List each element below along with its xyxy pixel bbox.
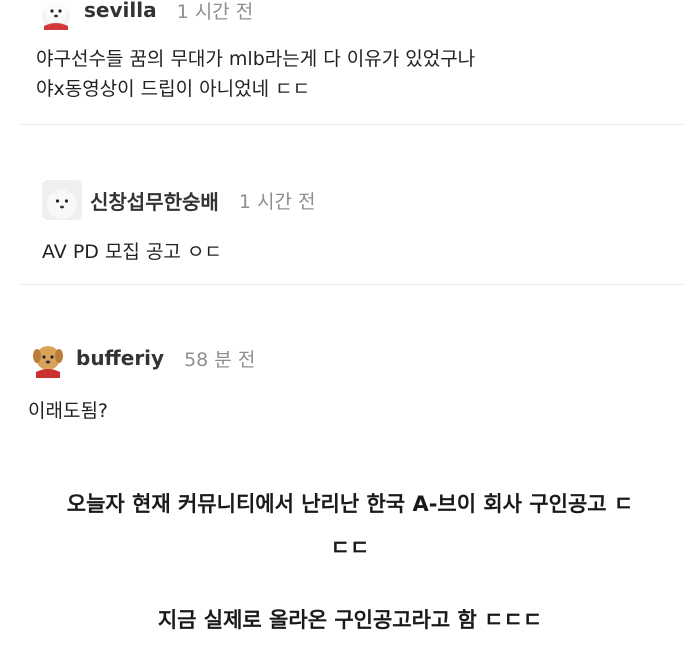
timestamp: 1 시간 전 — [176, 0, 254, 23]
username[interactable]: 신창섭무한숭배 — [90, 186, 219, 215]
comment-text: 이래도됨? — [28, 396, 108, 426]
caption-line: ㄷㄷ — [330, 536, 370, 560]
caption-line: 오늘자 현재 커뮤니티에서 난리난 한국 A-브이 회사 구인공고 ㄷ — [66, 492, 634, 516]
comment-header: 신창섭무한숭배 1 시간 전 — [42, 180, 315, 220]
samoyed-dog-icon[interactable] — [36, 0, 76, 30]
divider — [20, 284, 684, 285]
caption-line: 지금 실제로 올라온 구인공고라고 함 ㄷㄷㄷ — [157, 608, 543, 632]
golden-puppy-icon[interactable] — [28, 338, 68, 378]
samoyed-dog-icon[interactable] — [42, 180, 82, 220]
comment-line: 야구선수들 꿈의 무대가 mlb라는게 다 이유가 있었구나 — [36, 48, 476, 70]
timestamp: 1 시간 전 — [238, 190, 316, 213]
comment-text: AV PD 모집 공고 ㅇㄷ — [42, 237, 222, 267]
comment-header: sevilla 1 시간 전 — [36, 0, 253, 30]
username[interactable]: bufferiy — [76, 346, 164, 370]
comment-line: AV PD 모집 공고 ㅇㄷ — [42, 241, 222, 263]
comment-line: 야x동영상이 드립이 아니었네 ㄷㄷ — [36, 78, 311, 100]
timestamp: 58 분 전 — [184, 348, 256, 371]
divider — [20, 124, 684, 125]
comment-line: 이래도됨? — [28, 400, 109, 422]
comment-text: 야구선수들 꿈의 무대가 mlb라는게 다 이유가 있었구나 야x동영상이 드립… — [36, 44, 475, 104]
username[interactable]: sevilla — [84, 0, 157, 22]
comment-header: bufferiy 58 분 전 — [28, 338, 255, 378]
